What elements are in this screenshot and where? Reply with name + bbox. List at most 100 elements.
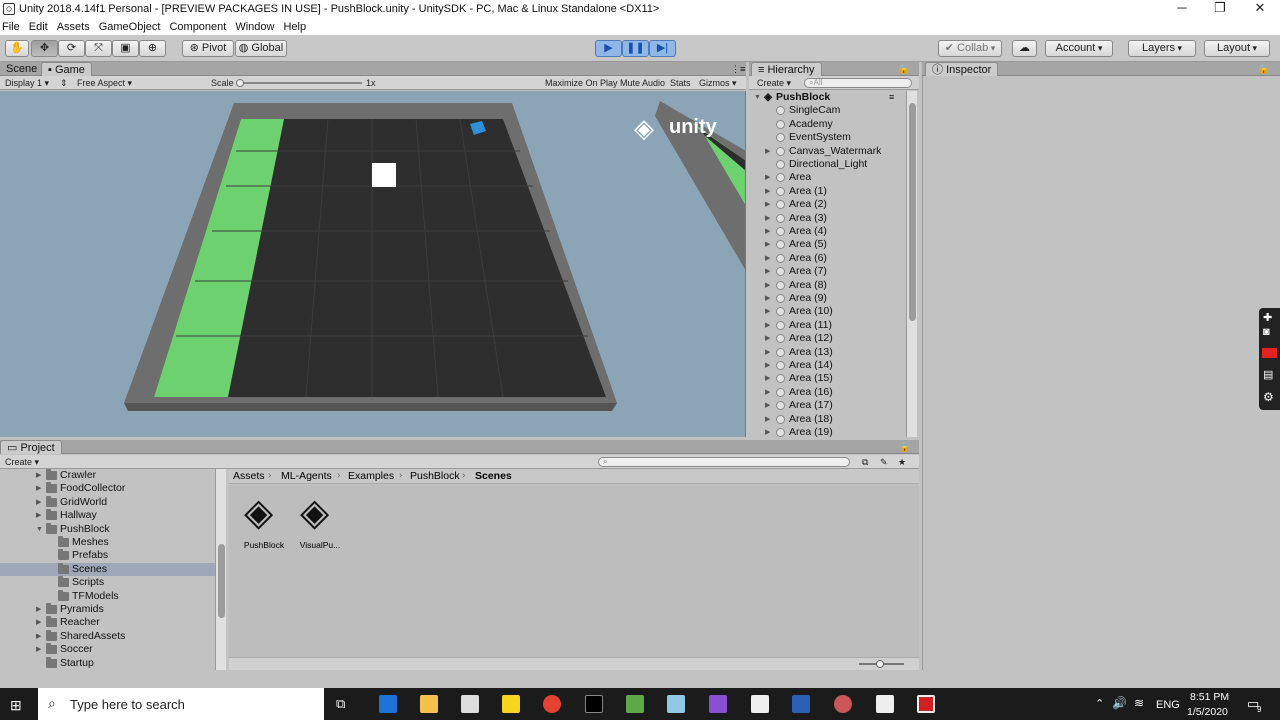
hierarchy-item[interactable]: ▶ Area (12) [749,332,909,345]
scene-menu-icon[interactable]: ≡ [889,91,894,104]
rect-tool-icon[interactable]: ▣ [112,40,139,57]
restore-icon[interactable]: ❐ [1200,0,1240,18]
expand-triangle-icon[interactable]: ▶ [765,332,770,345]
hierarchy-search-input[interactable]: ⌕All [804,78,912,88]
move-tool-icon[interactable]: ✥ [31,40,58,57]
close-icon[interactable]: ✕ [1240,0,1280,18]
hierarchy-item[interactable]: ▶ Area (15) [749,372,909,385]
tab-hierarchy[interactable]: ≡ Hierarchy [751,62,822,76]
menu-component[interactable]: Component [169,21,226,33]
breadcrumb-ml-agents[interactable]: ML-Agents [281,470,332,482]
project-folder-item[interactable]: Prefabs [58,549,215,562]
pause-button[interactable]: ❚❚ [622,40,649,57]
hierarchy-item[interactable]: ▶ Area [749,171,909,184]
project-folder-item[interactable]: ▶ Pyramids [36,603,215,616]
project-folder-item[interactable]: ▶ Hallway [36,509,215,522]
hierarchy-item[interactable]: ▶ Area (16) [749,386,909,399]
hierarchy-item[interactable]: ▶ Area (7) [749,265,909,278]
tab-project[interactable]: ▭ Project [0,440,62,454]
hierarchy-item[interactable]: ▶ Area (13) [749,346,909,359]
project-search-input[interactable]: ⌕ [598,457,850,467]
hierarchy-root-pushblock[interactable]: ▼ ◈ PushBlock ≡ [749,91,909,104]
hierarchy-item[interactable]: ▶ Canvas_Watermark [749,145,909,158]
project-folder-item[interactable]: Scenes [0,562,215,577]
expand-triangle-icon[interactable]: ▶ [765,413,770,426]
hierarchy-item[interactable]: ▶ Area (4) [749,225,909,238]
project-folder-item[interactable]: Startup [46,656,215,670]
menu-assets[interactable]: Assets [57,21,90,33]
hierarchy-item[interactable]: ▶ Area (10) [749,305,909,318]
expand-triangle-icon[interactable]: ▶ [765,426,770,437]
project-folder-item[interactable]: ▼ PushBlock [36,522,215,536]
sticky-notes-icon[interactable] [502,695,520,713]
project-folder-item[interactable]: ▶ Soccer [36,643,215,656]
expand-triangle-icon[interactable]: ▶ [765,292,770,305]
hierarchy-create-dropdown[interactable]: Create [757,76,791,90]
transform-tool-icon[interactable]: ⊕ [139,40,166,57]
chrome-icon[interactable] [543,695,561,713]
hand-tool-icon[interactable]: ✋ [5,40,29,57]
layout-dropdown[interactable]: Layout [1204,40,1270,57]
cloud-icon[interactable]: ☁ [1012,40,1037,57]
hierarchy-lock-icon[interactable]: 🔒≡ [892,62,919,88]
collapse-triangle-icon[interactable]: ▼ [36,523,43,536]
record-icon[interactable] [1262,348,1277,358]
pivot-toggle[interactable]: ⊛ Pivot [182,40,234,57]
project-tree-scroll-thumb[interactable] [218,544,225,618]
breadcrumb-examples[interactable]: Examples [348,470,394,482]
scale-slider[interactable] [236,82,362,84]
hierarchy-item[interactable]: ▶ Area (11) [749,319,909,332]
display-dropdown[interactable]: Display 1 [5,76,49,90]
expand-triangle-icon[interactable]: ▶ [765,399,770,412]
hierarchy-item[interactable]: ▶ Area (9) [749,292,909,305]
scale-slider-handle[interactable] [236,79,244,87]
calculator-icon[interactable] [751,695,769,713]
menu-help[interactable]: Help [283,21,306,33]
hierarchy-item[interactable]: ▶ Area (5) [749,238,909,251]
word-icon[interactable] [792,695,810,713]
expand-triangle-icon[interactable]: ▶ [36,643,41,656]
wifi-icon[interactable]: ≋ [1134,696,1144,710]
hierarchy-item[interactable]: ▶ Area (19) [749,426,909,437]
favorites-star-icon[interactable]: ★ [898,455,906,469]
expand-triangle-icon[interactable]: ▶ [765,185,770,198]
game-view[interactable]: ◈ unity [0,91,746,437]
project-lock-icon[interactable]: 🔒≡ [893,440,919,466]
store-icon[interactable] [461,695,479,713]
panel-menu-icon[interactable]: ⋮≡ [725,62,751,76]
settings-gear-icon[interactable]: ⚙ [1263,390,1274,404]
expand-triangle-icon[interactable]: ▶ [765,279,770,292]
expand-triangle-icon[interactable]: ▶ [765,145,770,158]
project-tree-scrollbar[interactable] [215,469,226,670]
play-button[interactable]: ▶ [595,40,622,57]
taskbar-search[interactable]: ⌕ Type here to search [38,688,324,720]
project-folder-item[interactable]: Scripts [58,576,215,589]
project-folder-item[interactable]: TFModels [58,589,215,603]
expand-triangle-icon[interactable]: ▶ [765,386,770,399]
gizmos-dropdown[interactable]: Gizmos [699,76,737,90]
hierarchy-item[interactable]: ▶ Area (17) [749,399,909,412]
file-explorer-icon[interactable] [420,695,438,713]
expand-triangle-icon[interactable]: ▶ [36,616,41,629]
stats-toggle[interactable]: Stats [670,76,691,90]
expand-triangle-icon[interactable]: ▶ [765,171,770,184]
expand-triangle-icon[interactable]: ▶ [36,603,41,616]
app-icon-2[interactable] [834,695,852,713]
expand-triangle-icon[interactable]: ▶ [765,372,770,385]
filter-type-icon[interactable]: ⧉ [862,455,868,469]
global-toggle[interactable]: ◍ Global [235,40,287,57]
expand-triangle-icon[interactable]: ▶ [765,252,770,265]
rotate-tool-icon[interactable]: ⟳ [58,40,85,57]
hierarchy-item[interactable]: Academy [749,118,909,131]
account-dropdown[interactable]: Account [1045,40,1113,57]
project-folder-item[interactable]: ▶ GridWorld [36,495,215,509]
expand-triangle-icon[interactable]: ▶ [36,482,41,495]
hierarchy-item[interactable]: EventSystem [749,131,909,144]
project-folder-item[interactable]: Meshes [58,536,215,549]
expand-triangle-icon[interactable]: ▶ [765,319,770,332]
expand-triangle-icon[interactable]: ▶ [765,346,770,359]
expand-triangle-icon[interactable]: ▶ [36,496,41,509]
clock-time[interactable]: 8:51 PM [1190,691,1229,703]
maximize-on-play-toggle[interactable]: Maximize On Play [545,76,618,90]
hierarchy-scroll-thumb[interactable] [909,103,916,321]
